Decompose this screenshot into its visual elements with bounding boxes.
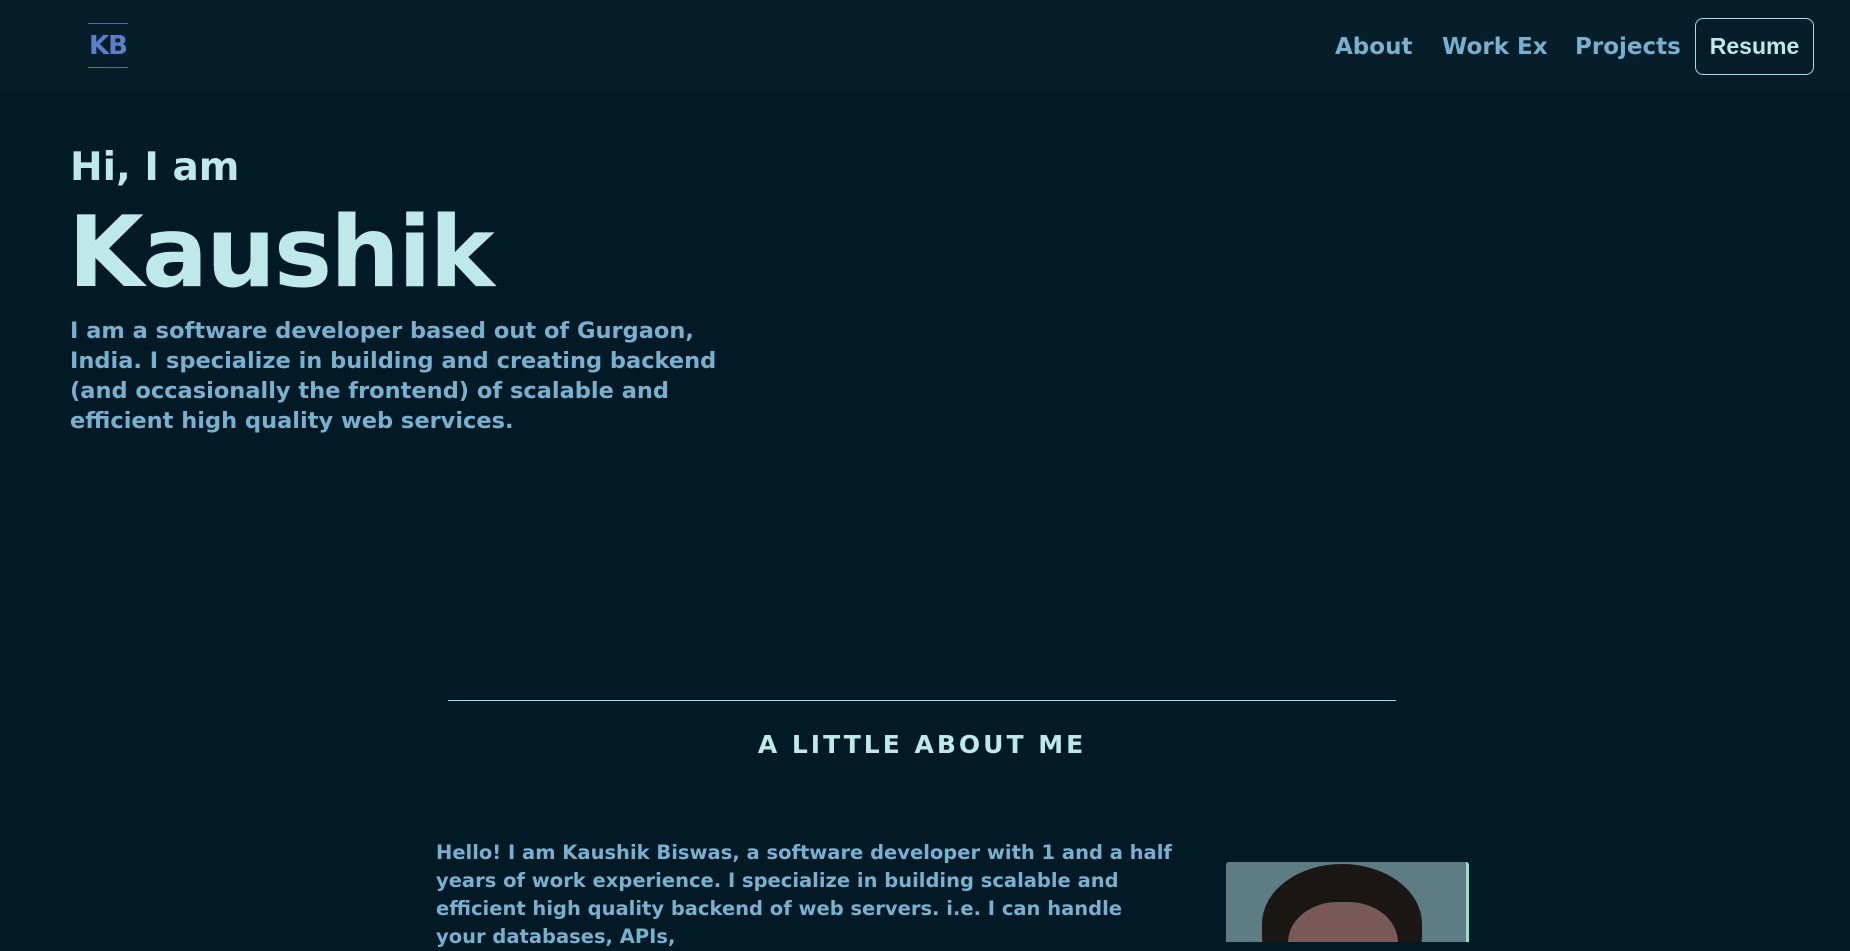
nav-link-projects[interactable]: Projects <box>1575 30 1681 64</box>
hero-description: I am a software developer based out of G… <box>70 318 717 434</box>
about-title: A LITTLE ABOUT ME <box>757 730 1087 759</box>
resume-button[interactable]: Resume <box>1695 18 1814 75</box>
hero-greeting: Hi, I am <box>70 145 240 190</box>
section-divider <box>448 700 1396 701</box>
nav-link-about[interactable]: About <box>1335 30 1412 64</box>
nav-link-work-ex[interactable]: Work Ex <box>1442 30 1548 64</box>
about-text: Hello! I am Kaushik Biswas, a software d… <box>436 841 1172 948</box>
logo-link[interactable]: KB <box>88 23 128 68</box>
profile-photo <box>1226 862 1469 942</box>
hero-name: Kaushik <box>68 196 495 310</box>
navbar: KB About Work Ex Projects Resume <box>0 0 1850 92</box>
